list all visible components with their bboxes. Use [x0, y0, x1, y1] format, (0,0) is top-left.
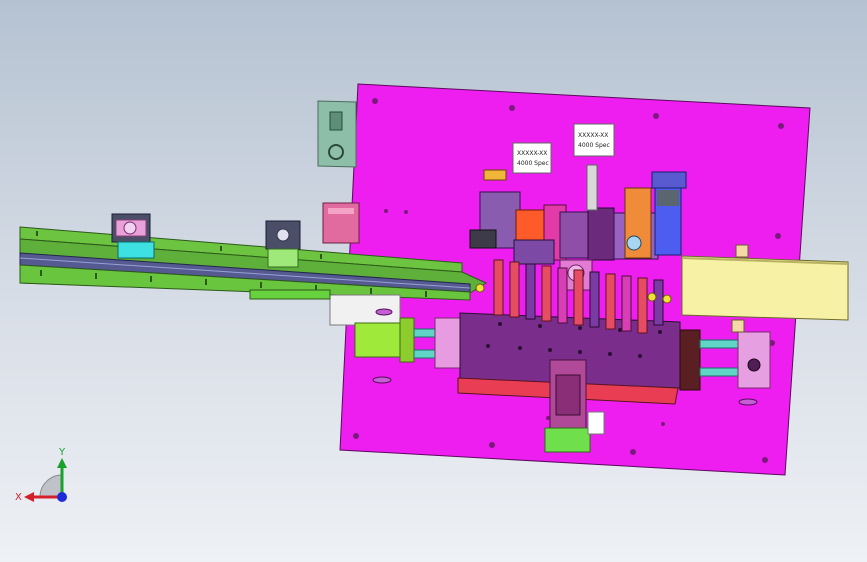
rail-foot — [249, 289, 331, 300]
carriage-right[interactable] — [265, 220, 301, 268]
guide-rod-top-right — [699, 339, 743, 349]
label-1-line-2: 4000 Spec — [517, 160, 549, 167]
assembly-model[interactable]: XXXXX-XX 4000 Spec XXXXX-XX 4000 Spec Y … — [0, 0, 867, 562]
label-2-line-2: 4000 Spec — [578, 142, 610, 149]
right-cylinder-cap — [679, 329, 701, 391]
motor-cap — [328, 208, 354, 214]
cylinder-left[interactable] — [354, 322, 404, 358]
spindle — [586, 164, 598, 211]
guide-rod-bottom-right — [699, 367, 743, 377]
part-label-1: XXXXX-XX 4000 Spec — [512, 142, 552, 174]
front-gripper-inner — [555, 374, 581, 416]
label-1-line-1: XXXXX-XX — [517, 150, 547, 157]
chute-bracket-top — [735, 244, 749, 258]
coordinate-triad[interactable]: Y X — [15, 447, 67, 503]
x-axis-label: X — [15, 492, 22, 503]
top-bracket-left — [483, 169, 507, 181]
front-motor[interactable] — [544, 427, 591, 453]
right-pin — [747, 358, 761, 372]
cad-viewport[interactable]: XXXXX-XX 4000 Spec XXXXX-XX 4000 Spec Y … — [0, 0, 867, 562]
control-panel[interactable] — [317, 100, 357, 168]
cylinder-left-flange — [399, 317, 415, 363]
label-2-line-1: XXXXX-XX — [578, 132, 608, 139]
y-axis-head — [57, 458, 67, 468]
carriage-left[interactable] — [111, 213, 155, 259]
left-end-plate — [434, 317, 462, 369]
x-axis-head — [24, 492, 34, 502]
chute-bracket-bottom — [731, 319, 745, 333]
z-axis-dot — [57, 492, 67, 502]
panel-display — [329, 111, 343, 131]
top-bracket-right — [651, 171, 687, 189]
front-label-tag — [587, 411, 605, 435]
part-label-2: XXXXX-XX 4000 Spec — [573, 123, 615, 157]
output-chute[interactable] — [681, 255, 849, 321]
y-axis-label: Y — [58, 447, 66, 458]
